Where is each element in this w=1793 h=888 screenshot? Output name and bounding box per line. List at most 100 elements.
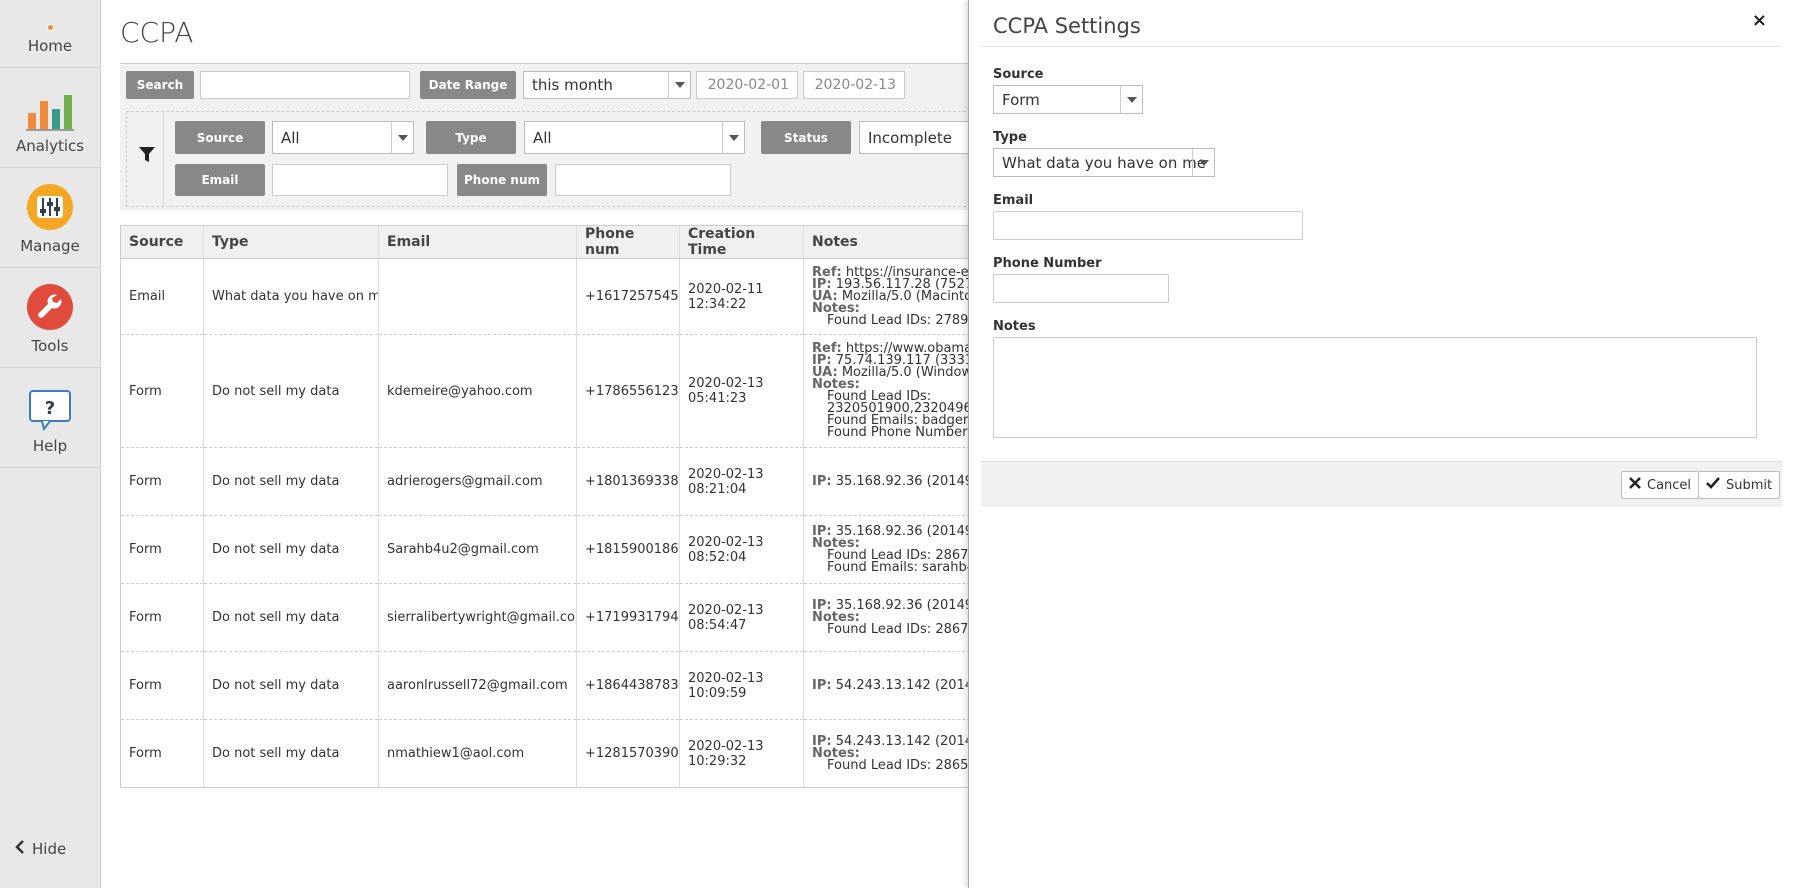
phone-number-field[interactable] [993,274,1169,303]
cell-type: Do not sell my data [203,447,379,516]
sidebar-item-label: Tools [31,337,69,355]
bar-chart-icon [26,91,74,131]
source-filter-select[interactable]: All [272,121,414,154]
sidebar-item-help[interactable]: ? Help [0,368,100,468]
main-content: CCPA Search Date Range this month 2020-0… [101,0,968,888]
creation-time: 12:34:22 [688,296,747,312]
column-header-email[interactable]: Email [378,225,577,259]
source-field-label: Source [993,67,1044,82]
source-select[interactable]: Form [993,85,1143,114]
sidebar-item-manage[interactable]: Manage [0,168,100,268]
notes-line: Found Lead IDs: 2789515996,2 [812,312,968,328]
email-field[interactable] [993,211,1303,240]
close-icon[interactable]: × [1752,10,1767,31]
date-to-input[interactable]: 2020-02-13 [803,71,905,99]
notes-value: Found Emails: sarahb4u2@gm [827,559,968,575]
sidebar-item-home[interactable]: Home [0,0,100,68]
cancel-label: Cancel [1647,477,1692,493]
chevron-down-icon [1192,149,1214,176]
page-title: CCPA [120,16,194,49]
submit-button[interactable]: Submit [1698,471,1781,499]
type-filter-value: All [533,128,552,147]
creation-time: 08:52:04 [688,549,747,565]
cell-type: Do not sell my data [203,719,379,788]
type-filter-select[interactable]: All [524,121,745,154]
cell-notes: IP: 54.243.13.142 (20149, AshburnNotes: … [803,719,968,788]
table-row[interactable]: Form Do not sell my data sierralibertywrig… [120,583,968,652]
table-row[interactable]: Form Do not sell my data nmathiew1@aol.com… [120,719,968,788]
creation-time: 08:21:04 [688,481,747,497]
column-header-type[interactable]: Type [203,225,379,259]
table-row[interactable]: Form Do not sell my data adrierogers@gmail… [120,447,968,516]
chevron-down-icon [668,72,690,98]
sidebar-item-analytics[interactable]: Analytics [0,68,100,168]
subfilter-divider [163,112,164,206]
email-field-label: Email [993,193,1034,208]
status-filter-value: Incomplete [868,128,952,147]
wrench-icon [26,283,74,331]
email-filter-label: Email [175,164,265,196]
cell-email: Sarahb4u2@gmail.com [378,515,577,584]
date-range-value: this month [532,76,613,94]
notes-value: Found Lead IDs: 2865084789. [827,757,968,773]
cell-phone: +18159001866 [576,515,680,584]
creation-date: 2020-02-13 [688,534,764,550]
sliders-icon [26,183,74,231]
date-range-select[interactable]: this month [523,71,691,99]
settings-footer: Cancel Submit [981,461,1782,507]
notes-value: 35.168.92.36 (20149, Ashburn, [835,473,968,489]
type-select[interactable]: What data you have on me [993,148,1215,177]
filter-icon [139,146,155,168]
cell-creation-time: 2020-02-13 10:29:32 [679,719,804,788]
cell-phone: +17199317942 [576,583,680,652]
type-select-value: What data you have on me [1002,153,1206,172]
search-input[interactable] [200,71,410,99]
table-row[interactable]: Form Do not sell my data Sarahb4u2@gmail.c… [120,515,968,584]
table-row[interactable]: Form Do not sell my data kdemeire@yahoo.co… [120,334,968,448]
column-header-notes[interactable]: Notes [803,225,968,259]
cell-email: kdemeire@yahoo.com [378,334,577,448]
table-row[interactable]: Email What data you have on me +1617257545… [120,258,968,335]
notes-value: Mozilla/5.0 (Macintosh; Intel M [841,288,968,304]
type-field-label: Type [993,130,1027,145]
phone-filter-input[interactable] [555,164,731,196]
creation-date: 2020-02-13 [688,466,764,482]
cell-phone: +16172575452 [576,258,680,335]
column-header-creation-time[interactable]: Creation Time [679,225,804,259]
date-range-label: Date Range [420,71,516,99]
email-filter-input[interactable] [272,164,448,196]
cell-phone: +18013693383 [576,447,680,516]
cell-notes: IP: 54.243.13.142 (20149, Ashburn [803,651,968,720]
creation-date: 2020-02-11 [688,281,764,297]
hide-label: Hide [32,840,67,858]
cell-type: Do not sell my data [203,583,379,652]
column-header-source[interactable]: Source [120,225,204,259]
cell-creation-time: 2020-02-13 10:09:59 [679,651,804,720]
notes-textarea[interactable] [993,337,1757,438]
sidebar: Home Analytics Manage Tools ? Help Hide [0,0,101,888]
cancel-button[interactable]: Cancel [1621,471,1700,499]
chevron-down-icon [722,122,744,153]
cell-source: Form [120,651,204,720]
cell-notes: Ref: https://www.obamacare-planIP: 75.74… [803,334,968,448]
status-filter-select[interactable]: Incomplete [859,121,968,154]
table-body: Email What data you have on me +1617257545… [120,258,968,788]
creation-time: 08:54:47 [688,617,747,633]
table-header-row: Source Type Email Phone num Creation Tim… [120,225,968,259]
creation-date: 2020-02-13 [688,670,764,686]
column-header-phone[interactable]: Phone num [576,225,680,259]
search-label: Search [126,71,194,99]
hide-sidebar-button[interactable]: Hide [14,840,66,858]
notes-line: Found Lead IDs: 2865084789. [812,757,968,773]
notes-value: Found Lead IDs: 2789515996,2 [827,312,968,328]
cell-notes: IP: 35.168.92.36 (20149, Ashburn,Notes: … [803,583,968,652]
notes-value: Found Lead IDs: 2867179263,2 [827,621,968,637]
notes-value: 54.243.13.142 (20149, Ashburn [835,677,968,693]
sidebar-item-tools[interactable]: Tools [0,268,100,368]
sidebar-item-label: Help [32,437,68,455]
source-select-value: Form [1002,90,1040,109]
cell-type: What data you have on me [203,258,379,335]
date-from-input[interactable]: 2020-02-01 [696,71,798,99]
check-icon [1706,477,1720,493]
table-row[interactable]: Form Do not sell my data aaronlrussell72@g… [120,651,968,720]
